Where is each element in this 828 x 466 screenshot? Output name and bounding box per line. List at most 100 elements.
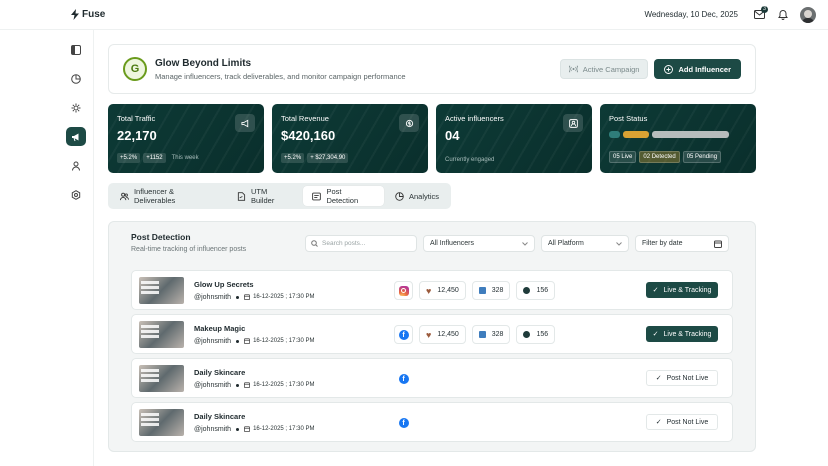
stat-label: Post Status (609, 114, 648, 123)
not-live-icon: ✓ (655, 419, 662, 426)
active-campaign-button[interactable]: Active Campaign (559, 59, 649, 79)
post-title: Daily Skincare (194, 411, 246, 421)
active-campaign-label: Active Campaign (582, 64, 640, 74)
post-time: 16-12-2025 ; 17:30 PM (253, 382, 315, 388)
stat-value: 22,170 (117, 128, 157, 143)
post-thumbnail (139, 408, 184, 436)
stat-card-post-status: Post Status 05 Live 02 Detected 05 Pendi… (600, 104, 756, 173)
post-row[interactable]: Daily Skincare @johnsmith 16-12-2025 ; 1… (131, 402, 733, 442)
user-badge-icon (563, 114, 583, 132)
tab-influencer-deliverables[interactable]: Influencer & Deliverables (111, 186, 226, 206)
comments-metric: 156 (516, 325, 556, 344)
detected-count-chip: 02 Detected (639, 151, 680, 163)
bell-icon[interactable] (776, 8, 790, 22)
tracking-icon: ✓ (652, 331, 659, 338)
status-label: Post Not Live (666, 374, 709, 382)
calendar-icon (244, 294, 251, 300)
sidebar-toggle-icon[interactable] (66, 40, 86, 59)
post-title: Daily Skincare (194, 367, 246, 377)
select-value: Filter by date (642, 240, 683, 247)
platform-badge (394, 281, 413, 300)
share-icon (478, 331, 486, 338)
status-badge: ✓ Post Not Live (646, 414, 718, 430)
post-row[interactable]: Makeup Magic @johnsmith 16-12-2025 ; 17:… (131, 314, 733, 354)
platform-badge: f (394, 413, 413, 432)
post-row[interactable]: Glow Up Secrets @johnsmith 16-12-2025 ; … (131, 270, 733, 310)
post-thumbnail (139, 276, 184, 304)
pending-count-chip: 05 Pending (682, 151, 722, 163)
facebook-icon: f (398, 417, 409, 428)
platform-filter-select[interactable]: All Platform (541, 235, 629, 252)
instagram-icon (398, 285, 409, 296)
add-influencer-label: Add Influencer (678, 64, 731, 74)
post-time: 16-12-2025 ; 17:30 PM (253, 294, 315, 300)
influencers-user-icon[interactable] (66, 156, 86, 175)
detected-bar-segment (623, 131, 649, 138)
bolt-icon (71, 9, 79, 20)
select-value: All Platform (548, 240, 584, 247)
chevron-down-icon (616, 241, 622, 246)
campaign-subtitle: Manage influencers, track deliverables, … (155, 71, 406, 81)
likes-metric: ♥ 12,450 (419, 281, 466, 300)
preferences-cog-icon[interactable] (66, 185, 86, 204)
user-avatar[interactable] (800, 6, 816, 23)
search-icon (311, 240, 318, 247)
shares-metric: 328 (471, 281, 511, 300)
search-input[interactable]: Search posts... (305, 235, 417, 252)
tab-post-detection[interactable]: Post Detection (303, 186, 384, 206)
stat-chip: + $27,304.90 (307, 153, 349, 163)
heart-icon: ♥ (426, 285, 432, 296)
comment-icon (523, 287, 531, 294)
comments-value: 156 (536, 287, 549, 294)
post-thumbnail (139, 320, 184, 348)
top-bar: Fuse Wednesday, 10 Dec, 2025 3 (0, 0, 828, 30)
dashboard-icon[interactable] (66, 69, 86, 88)
app-name: Fuse (82, 9, 106, 20)
status-label: Live & Tracking (663, 286, 712, 294)
post-handle: @johnsmith (194, 381, 232, 389)
pie-chart-icon (395, 191, 404, 201)
status-badge: ✓ Live & Tracking (646, 282, 718, 298)
stat-chip: +1152 (143, 153, 166, 163)
settings-gear-icon[interactable] (66, 98, 86, 117)
post-time: 16-12-2025 ; 17:30 PM (253, 338, 315, 344)
live-bar-segment (609, 131, 620, 138)
shares-value: 328 (491, 287, 504, 294)
panel-title: Post Detection (131, 232, 191, 242)
users-icon (120, 192, 129, 200)
tab-label: Influencer & Deliverables (133, 187, 176, 205)
stat-card-influencers: Active influencers 04 Currently engaged (436, 104, 592, 173)
tab-label: Post Detection (326, 187, 359, 205)
post-handle: @johnsmith (194, 293, 232, 301)
stat-note: This week (171, 155, 199, 161)
image-scan-icon (312, 192, 322, 200)
campaigns-megaphone-icon[interactable] (65, 127, 86, 146)
mail-icon[interactable]: 3 (752, 5, 768, 22)
tab-label: Analytics (409, 191, 440, 201)
influencer-filter-select[interactable]: All Influencers (423, 235, 535, 252)
date-filter-input[interactable]: Filter by date (635, 235, 729, 252)
tab-bar: Influencer & Deliverables UTM Builder Po… (108, 183, 451, 209)
status-label: Live & Tracking (663, 330, 712, 338)
plus-circle-icon (664, 64, 674, 74)
post-detection-panel: Post Detection Real-time tracking of inf… (108, 221, 756, 452)
document-link-icon (237, 191, 246, 201)
stat-value: 04 (445, 128, 460, 143)
post-thumbnail (139, 364, 184, 392)
tab-utm-builder[interactable]: UTM Builder (228, 186, 301, 206)
chevron-down-icon (522, 241, 528, 246)
likes-value: 12,450 (437, 287, 459, 294)
stat-chip: +5.2% (117, 153, 141, 163)
calendar-icon (714, 240, 722, 248)
likes-metric: ♥ 12,450 (419, 325, 466, 344)
main-content: G Glow Beyond Limits Manage influencers,… (108, 44, 756, 452)
post-row[interactable]: Daily Skincare @johnsmith 16-12-2025 ; 1… (131, 358, 733, 398)
post-handle: @johnsmith (194, 337, 232, 345)
tab-analytics[interactable]: Analytics (386, 186, 448, 206)
stat-note: Currently engaged (445, 157, 495, 163)
post-time: 16-12-2025 ; 17:30 PM (253, 426, 315, 432)
panel-subtitle: Real-time tracking of influencer posts (131, 246, 247, 253)
app-logo[interactable]: Fuse (71, 9, 105, 20)
add-influencer-button[interactable]: Add Influencer (654, 59, 741, 79)
campaign-header: G Glow Beyond Limits Manage influencers,… (108, 44, 756, 94)
